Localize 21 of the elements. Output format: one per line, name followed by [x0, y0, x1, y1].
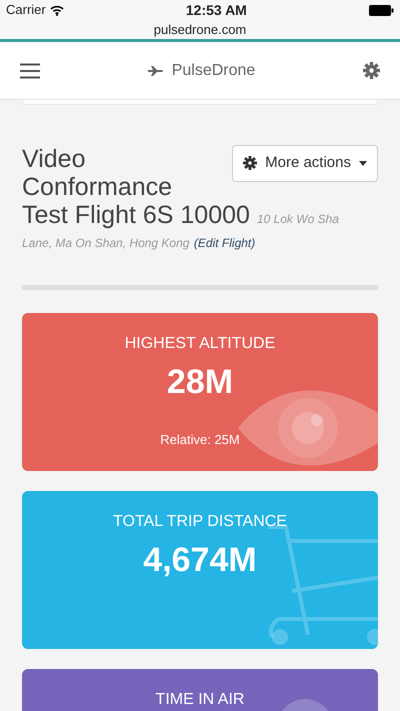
- url-text: pulsedrone.com: [154, 21, 246, 39]
- stat-value: 28M: [166, 362, 234, 403]
- flight-address: 10 Lok Wo Sha: [256, 212, 339, 226]
- settings-icon[interactable]: [362, 62, 380, 79]
- carrier-text: Carrier: [6, 1, 46, 20]
- brand-name[interactable]: PulseDrone: [172, 58, 256, 82]
- menu-icon[interactable]: [20, 62, 40, 78]
- caret-icon: [359, 160, 367, 166]
- wifi-icon: [50, 4, 64, 16]
- stat-label: TOTAL TRIP DISTANCE: [113, 513, 287, 531]
- stat-value: 4,674M: [143, 540, 257, 581]
- stat-subtext: Relative: 25M: [160, 431, 240, 449]
- clock-time: 12:53 AM: [186, 0, 247, 20]
- airplane-icon: [148, 66, 164, 76]
- more-actions-button[interactable]: More actions: [232, 145, 378, 182]
- flight-address: Lane, Ma On Shan, Hong Kong: [22, 236, 190, 250]
- edit-flight-link[interactable]: (Edit Flight): [194, 236, 256, 250]
- stat-label: TIME IN AIR: [156, 691, 244, 709]
- gear-icon: [243, 156, 258, 170]
- stat-label: HIGHEST ALTITUDE: [124, 335, 276, 353]
- battery-icon: [369, 4, 394, 16]
